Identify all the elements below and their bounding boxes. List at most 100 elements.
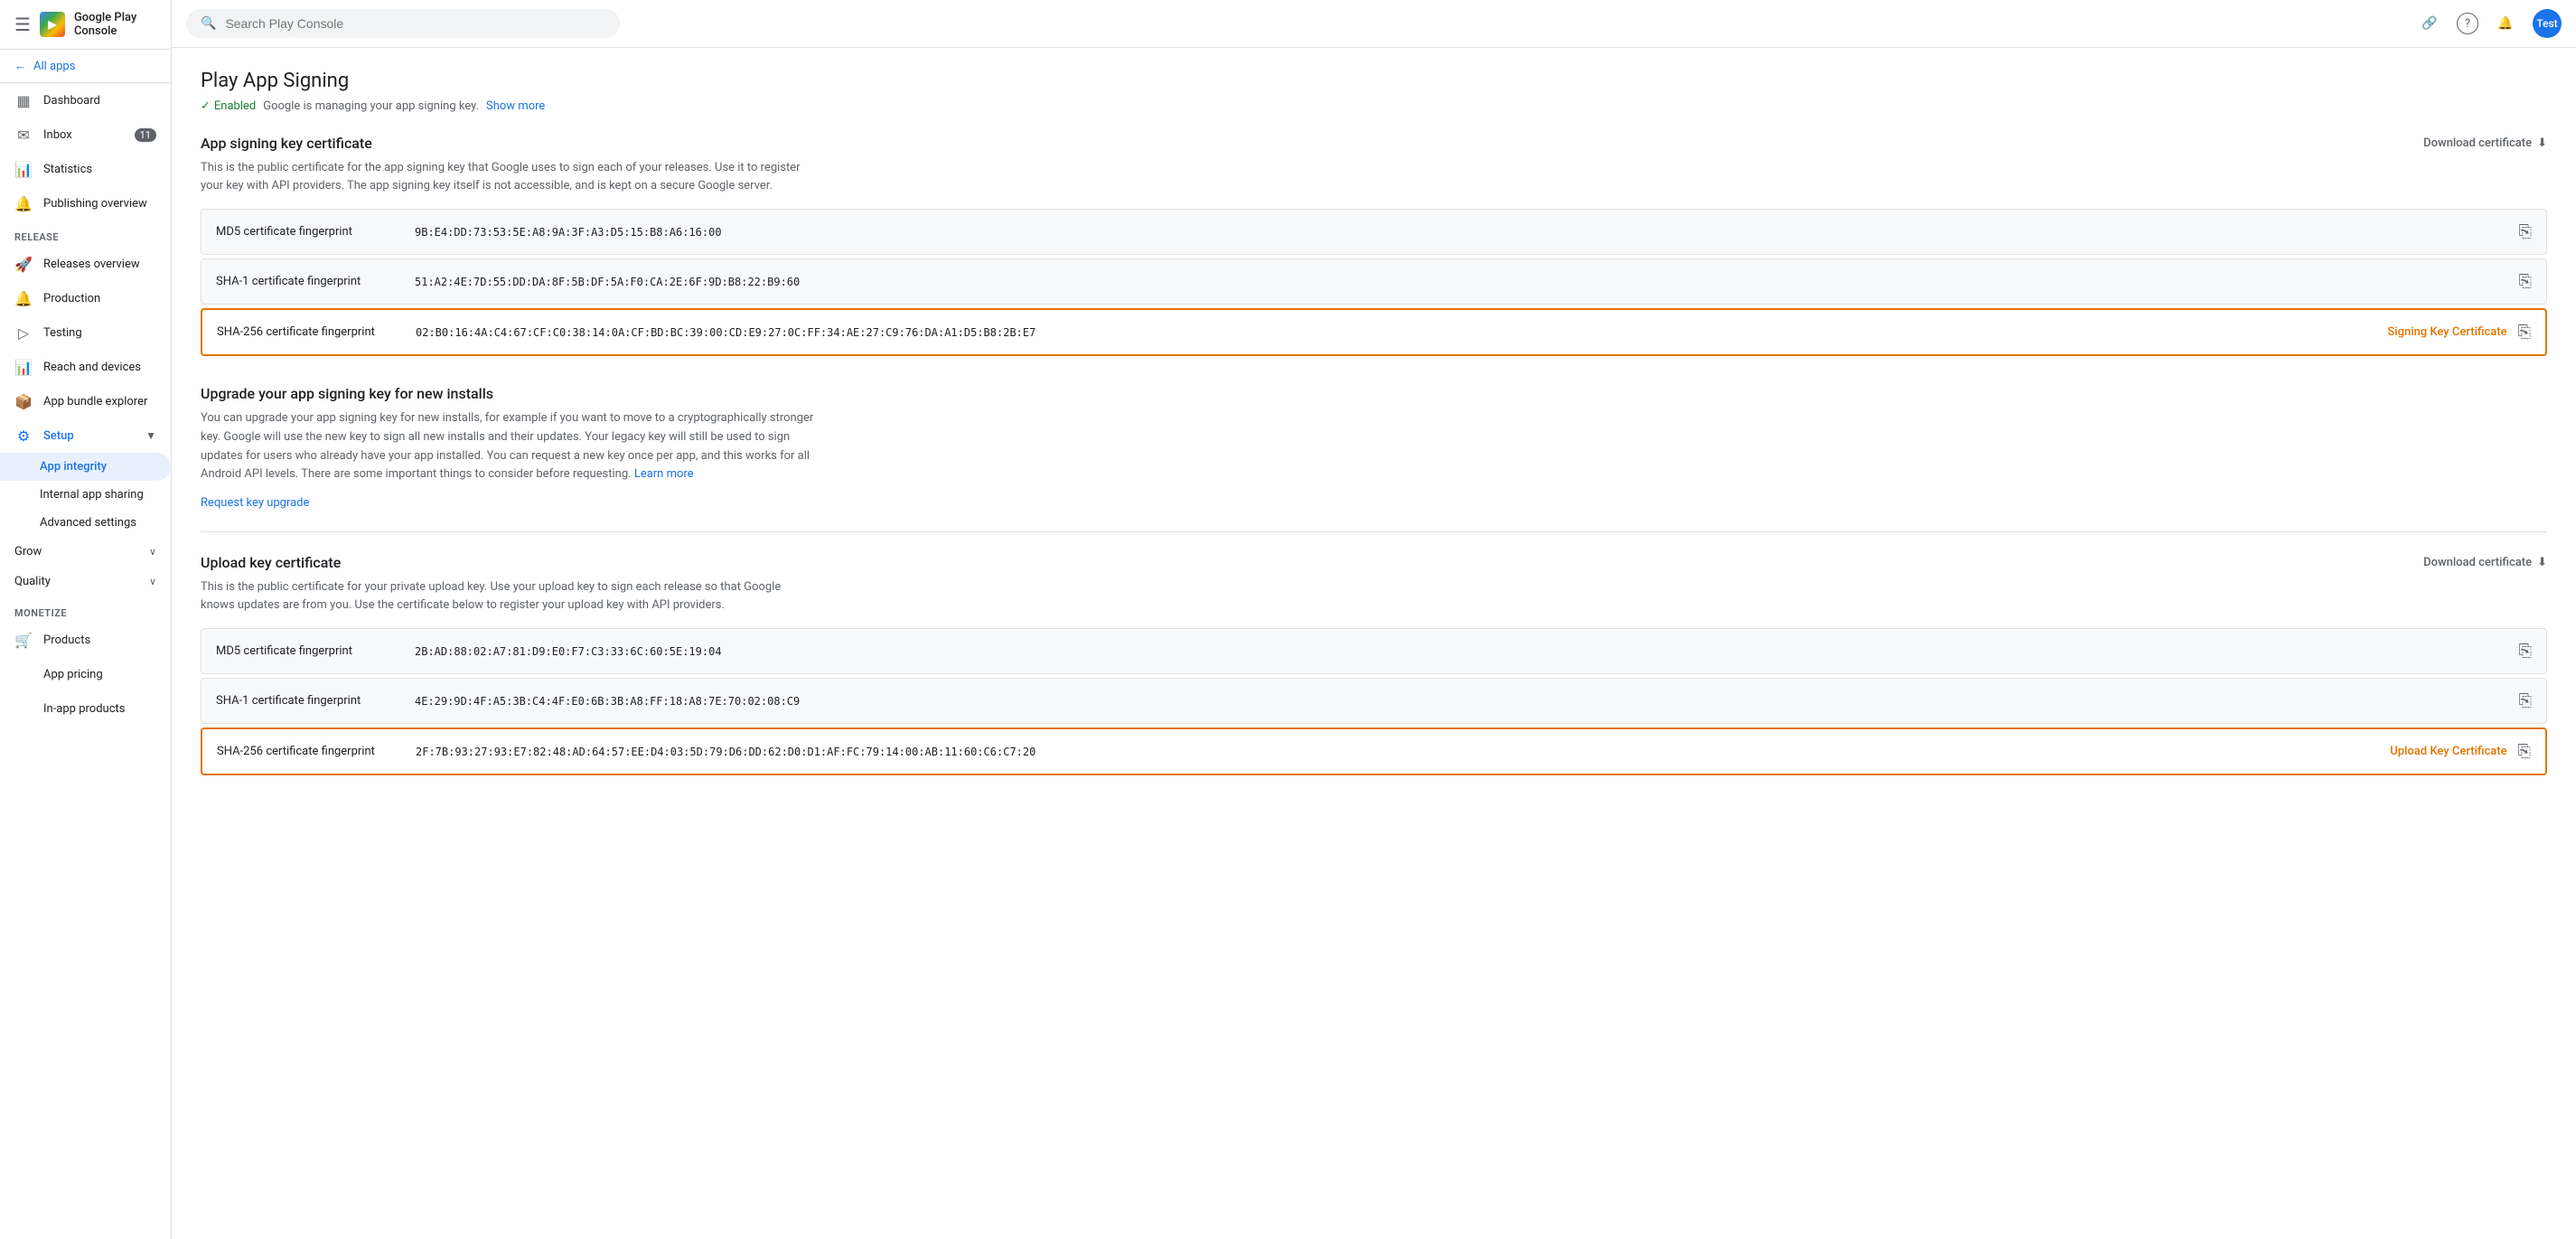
sidebar-item-internal-sharing[interactable]: Internal app sharing [0,481,171,509]
page-content: Play App Signing ✓ Enabled Google is man… [172,48,2576,1239]
upload-md5-value: 2B:AD:88:02:A7:81:D9:E0:F7:C3:33:6C:60:5… [415,645,2505,658]
all-apps-button[interactable]: ← All apps [0,50,171,83]
setup-collapsible[interactable]: ⚙ Setup ▼ [0,418,171,453]
app-signing-title: App signing key certificate Download cer… [201,135,2547,152]
enabled-badge: ✓ Enabled [201,99,256,113]
quality-collapsible[interactable]: Quality ∨ [0,567,171,596]
signing-sha1-value: 51:A2:4E:7D:55:DD:DA:8F:5B:DF:5A:F0:CA:2… [415,276,2505,288]
upload-md5-label: MD5 certificate fingerprint [216,644,415,658]
upgrade-section: Upgrade your app signing key for new ins… [201,385,2547,510]
upload-sha1-row: SHA-1 certificate fingerprint 4E:29:9D:4… [201,678,2547,724]
inbox-badge: 11 [135,128,156,142]
download-upload-cert-button[interactable]: Download certificate ⬇ [2423,556,2547,569]
sidebar-item-inbox[interactable]: ✉ Inbox 11 [0,117,171,152]
sidebar-item-testing[interactable]: ▷ Testing [0,315,171,350]
download-cert-button[interactable]: Download certificate ⬇ [2423,136,2547,150]
sidebar-item-app-integrity[interactable]: App integrity [0,453,171,481]
products-icon: 🛒 [14,631,33,649]
show-more-link[interactable]: Show more [486,99,545,113]
search-box[interactable]: 🔍 [186,9,620,38]
signing-sha256-value: 02:B0:16:4A:C4:67:CF:C0:38:14:0A:CF:BD:B… [416,326,2373,339]
app-signing-section: App signing key certificate Download cer… [201,135,2547,356]
setup-chevron-icon: ▼ [145,429,156,442]
grow-label: Grow [14,545,42,558]
signing-md5-actions: ⎘ [2519,222,2532,241]
link-icon[interactable]: 🔗 [2413,7,2446,40]
avatar[interactable]: Test [2533,9,2562,38]
request-upgrade-link[interactable]: Request key upgrade [201,496,309,510]
monetize-section-label: Monetize [0,596,171,623]
learn-more-link[interactable]: Learn more [634,467,694,481]
download-icon: ⬇ [2537,136,2547,150]
testing-icon: ▷ [14,324,33,342]
signing-sha1-actions: ⎘ [2519,272,2532,291]
pricing-icon [14,665,33,683]
page-title: Play App Signing [201,70,2547,92]
quality-label: Quality [14,575,51,588]
copy-icon[interactable]: ⎘ [2519,222,2532,241]
sidebar-item-advanced-settings[interactable]: Advanced settings [0,509,171,537]
signing-key-badge: Signing Key Certificate [2387,325,2506,339]
gpc-title: Google Play Console [74,11,156,38]
copy-icon[interactable]: ⎘ [2518,742,2531,761]
sidebar-item-app-pricing[interactable]: App pricing [0,657,171,691]
sidebar-item-publishing[interactable]: 🔔 Publishing overview [0,186,171,221]
signing-md5-value: 9B:E4:DD:73:53:5E:A8:9A:3F:A3:D5:15:B8:A… [415,226,2505,239]
sidebar-item-app-bundle[interactable]: 📦 App bundle explorer [0,384,171,418]
upload-md5-row: MD5 certificate fingerprint 2B:AD:88:02:… [201,628,2547,674]
in-app-icon [14,699,33,718]
signing-sha1-label: SHA-1 certificate fingerprint [216,275,415,288]
releases-icon: 🚀 [14,255,33,273]
topbar: 🔍 🔗 ? 🔔 Test [172,0,2576,48]
back-arrow-icon: ← [14,59,26,73]
search-input[interactable] [225,16,605,31]
upload-sha256-label: SHA-256 certificate fingerprint [217,745,416,758]
sidebar-item-production[interactable]: 🔔 Production [0,281,171,315]
inbox-icon: ✉ [14,126,33,144]
sidebar-item-statistics[interactable]: 📊 Statistics [0,152,171,186]
statistics-icon: 📊 [14,160,33,178]
download-upload-icon: ⬇ [2537,556,2547,569]
signing-md5-label: MD5 certificate fingerprint [216,225,415,239]
upload-sha256-row: SHA-256 certificate fingerprint 2F:7B:93… [201,727,2547,775]
copy-icon[interactable]: ⎘ [2519,691,2532,710]
hamburger-icon[interactable]: ☰ [14,14,31,35]
grow-collapsible[interactable]: Grow ∨ [0,537,171,567]
dashboard-icon: ▦ [14,91,33,109]
upgrade-desc: You can upgrade your app signing key for… [201,409,815,484]
section-divider [201,531,2547,532]
upload-sha1-label: SHA-1 certificate fingerprint [216,694,415,708]
copy-icon[interactable]: ⎘ [2518,323,2531,342]
sidebar-item-releases-overview[interactable]: 🚀 Releases overview [0,247,171,281]
notifications-icon[interactable]: 🔔 [2489,7,2522,40]
upload-sha256-value: 2F:7B:93:27:93:E7:82:48:AD:64:57:EE:D4:0… [416,746,2375,758]
enabled-row: ✓ Enabled Google is managing your app si… [201,99,2547,113]
sidebar-item-in-app-products[interactable]: In-app products [0,691,171,726]
upload-section: Upload key certificate Download certific… [201,554,2547,775]
publishing-icon: 🔔 [14,194,33,212]
release-section-label: Release [0,221,171,247]
sidebar-item-products[interactable]: 🛒 Products [0,623,171,657]
upload-md5-actions: ⎘ [2519,642,2532,661]
quality-chevron-icon: ∨ [149,576,156,587]
sidebar-item-reach[interactable]: 📊 Reach and devices [0,350,171,384]
signing-sha1-row: SHA-1 certificate fingerprint 51:A2:4E:7… [201,258,2547,305]
setup-icon: ⚙ [14,427,33,445]
signing-sha256-row: SHA-256 certificate fingerprint 02:B0:16… [201,308,2547,356]
sidebar-item-dashboard[interactable]: ▦ Dashboard [0,83,171,117]
upload-sha1-value: 4E:29:9D:4F:A5:3B:C4:4F:E0:6B:3B:A8:FF:1… [415,695,2505,708]
copy-icon[interactable]: ⎘ [2519,272,2532,291]
topbar-actions: 🔗 ? 🔔 Test [2413,7,2562,40]
copy-icon[interactable]: ⎘ [2519,642,2532,661]
check-icon: ✓ [201,99,211,113]
signing-sha256-label: SHA-256 certificate fingerprint [217,325,416,339]
reach-icon: 📊 [14,358,33,376]
upload-desc: This is the public certificate for your … [201,578,815,614]
main-content: 🔍 🔗 ? 🔔 Test Play App Signing ✓ Enabled … [172,0,2576,1239]
signing-md5-row: MD5 certificate fingerprint 9B:E4:DD:73:… [201,209,2547,255]
gpc-logo: ▶ [40,12,65,37]
signing-sha256-actions: Signing Key Certificate ⎘ [2387,323,2531,342]
search-icon: 🔍 [201,16,216,31]
grow-chevron-icon: ∨ [149,546,156,558]
help-icon[interactable]: ? [2457,13,2478,34]
